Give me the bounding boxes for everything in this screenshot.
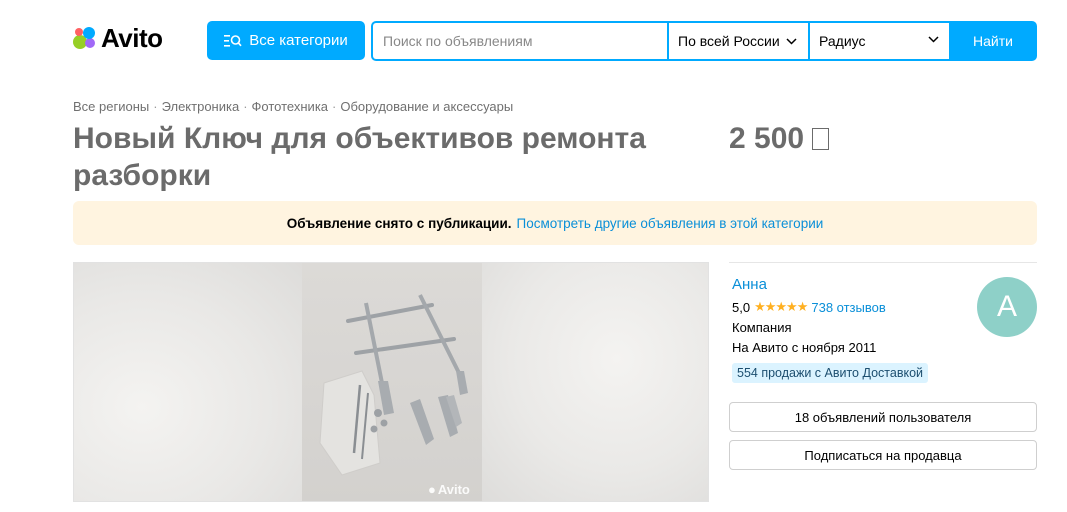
breadcrumb-item-accessories[interactable]: Оборудование и аксессуары [340,99,513,114]
search-bar: По всей России Радиус Найти [371,21,1037,61]
avito-watermark: ● Avito [428,482,470,497]
breadcrumb-separator: · [243,99,248,114]
subscribe-button[interactable]: Подписаться на продавца [729,440,1037,470]
listing-price: 2 500 [729,120,830,157]
photo-gallery[interactable]: ● Avito [73,262,709,502]
region-label: По всей России [678,33,780,49]
logo-text: Avito [101,23,163,53]
price-value: 2 500 [729,122,805,155]
breadcrumb-separator: · [332,99,337,114]
breadcrumb-item-photo[interactable]: Фототехника [252,99,328,114]
product-photo [302,263,482,501]
currency-icon [812,127,830,150]
seller-since: На Авито с ноября 2011 [732,340,877,355]
chevron-down-icon [786,37,797,45]
seller-type: Компания [732,320,792,335]
radius-label: Радиус [819,33,866,49]
breadcrumb: Все регионы · Электроника · Фототехника … [73,99,513,114]
watermark-dots-icon: ● [428,482,436,497]
rating-stars-icon: ★★★★★ [754,299,808,314]
logo-dots-icon [72,25,98,51]
avatar[interactable]: А [977,277,1037,337]
delivery-sales-badge: 554 продажи с Авито Доставкой [732,363,929,383]
listing-title: Новый Ключ для объективов ремонта разбор… [73,122,646,192]
search-input[interactable] [373,23,667,59]
rating-value: 5,0 [732,299,751,315]
gallery-blur-left [74,263,302,501]
seller-rating: 5,0 ★★★★★ 738 отзывов [732,299,886,315]
breadcrumb-item-electronics[interactable]: Электроника [162,99,240,114]
find-button[interactable]: Найти [949,21,1037,61]
menu-search-icon [224,34,242,47]
chevron-down-icon [928,36,939,43]
region-select[interactable]: По всей России [669,23,808,59]
notice-text: Объявление снято с публикации. [286,215,512,231]
seller-name[interactable]: Анна [732,276,767,293]
seller-divider [729,262,1037,263]
notice-link[interactable]: Посмотреть другие объявления в этой кате… [517,216,824,231]
avito-logo[interactable]: Avito [72,23,163,53]
lens-key-tool-image [319,294,468,476]
radius-select[interactable]: Радиус [810,23,949,59]
unpublished-notice: Объявление снято с публикации. Посмотрет… [73,201,1037,245]
watermark-text: Avito [437,482,470,497]
breadcrumb-separator: · [153,99,158,114]
breadcrumb-item-regions[interactable]: Все регионы [73,99,149,114]
gallery-blur-right [480,263,708,501]
all-categories-label: Все категории [249,32,348,49]
reviews-link[interactable]: 738 отзывов [811,300,885,315]
seller-ads-button[interactable]: 18 объявлений пользователя [729,402,1037,432]
all-categories-button[interactable]: Все категории [207,21,365,60]
